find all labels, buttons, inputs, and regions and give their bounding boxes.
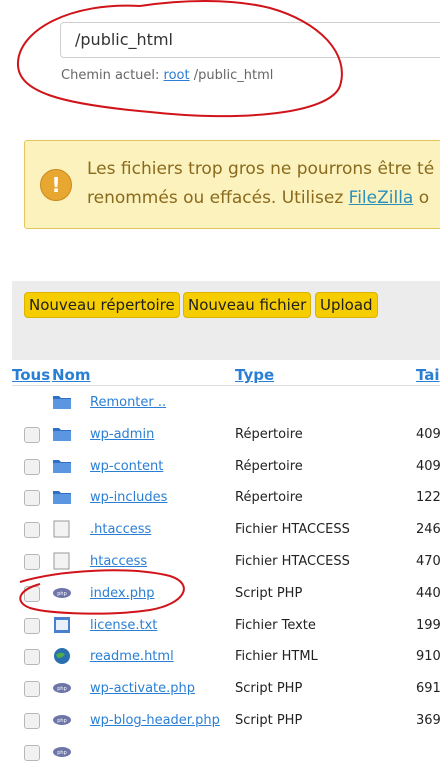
- file-name-link[interactable]: .htaccess: [90, 522, 151, 537]
- current-path-suffix: /public_html: [193, 68, 274, 83]
- folder-icon: [52, 457, 72, 475]
- file-row[interactable]: license.txt Fichier Texte 199: [0, 610, 440, 642]
- current-path-label: Chemin actuel:: [61, 68, 160, 83]
- svg-text:php: php: [57, 686, 67, 692]
- file-row[interactable]: .htaccess Fichier HTACCESS 246: [0, 514, 440, 546]
- file-name-link[interactable]: license.txt: [90, 618, 157, 633]
- warning-line-1: Les fichiers trop gros ne pourrons être …: [87, 159, 435, 179]
- php-icon: php: [52, 743, 72, 761]
- folder-icon: [52, 488, 72, 506]
- warning-line-2-tail: o: [413, 188, 430, 208]
- file-checkbox[interactable]: [24, 458, 40, 475]
- php-icon: php: [52, 711, 72, 729]
- file-size: 122: [416, 490, 440, 506]
- file-row[interactable]: php wp-blog-header.php Script PHP 369: [0, 705, 440, 737]
- svg-text:php: php: [57, 750, 67, 756]
- filezilla-link[interactable]: FileZilla: [349, 188, 414, 208]
- file-name-link[interactable]: wp-includes: [90, 490, 167, 505]
- file-checkbox[interactable]: [24, 617, 40, 634]
- php-icon: php: [52, 679, 72, 697]
- file-checkbox[interactable]: [24, 522, 40, 539]
- warning-line-2-text: renommés ou effacés. Utilisez: [87, 188, 349, 208]
- file-row[interactable]: wp-includes Répertoire 122: [0, 482, 440, 514]
- file-name-link[interactable]: Remonter ..: [90, 395, 166, 410]
- file-size: 440: [416, 585, 440, 601]
- file-checkbox[interactable]: [24, 554, 40, 570]
- folder-icon: [52, 393, 72, 411]
- annotation-circle-path: [16, 0, 343, 118]
- svg-text:php: php: [57, 591, 67, 597]
- file-row[interactable]: htaccess Fichier HTACCESS 470: [0, 546, 440, 578]
- html-globe-icon: [52, 647, 72, 665]
- file-row[interactable]: Remonter ..: [0, 387, 440, 419]
- warning-icon: !: [40, 169, 72, 201]
- file-name-link[interactable]: wp-activate.php: [90, 681, 195, 696]
- file-name-link[interactable]: htaccess: [90, 554, 147, 569]
- file-size: 199: [416, 617, 440, 633]
- sort-size-link[interactable]: Tai: [416, 366, 440, 384]
- file-row[interactable]: readme.html Fichier HTML 910: [0, 641, 440, 673]
- file-icon: [52, 552, 72, 570]
- file-name-link[interactable]: wp-admin: [90, 427, 154, 442]
- file-size: 409: [416, 426, 440, 442]
- file-checkbox[interactable]: [24, 744, 40, 761]
- file-checkbox[interactable]: [24, 713, 40, 729]
- file-size: 691: [416, 681, 440, 697]
- file-size: 246: [416, 522, 440, 538]
- file-size: 470: [416, 554, 440, 569]
- file-row[interactable]: php index.php Script PHP 440: [0, 578, 440, 610]
- select-all-link[interactable]: Tous: [12, 366, 50, 384]
- sort-type-link[interactable]: Type: [235, 366, 274, 384]
- file-name-link[interactable]: wp-blog-header.php: [90, 713, 220, 728]
- file-type: Script PHP: [235, 681, 303, 697]
- file-type: Script PHP: [235, 713, 303, 728]
- file-row[interactable]: php: [0, 737, 440, 769]
- svg-text:php: php: [57, 718, 67, 724]
- php-icon: php: [52, 584, 72, 602]
- file-toolbar: Nouveau répertoire Nouveau fichier Uploa…: [12, 281, 440, 360]
- file-type: Fichier HTACCESS: [235, 522, 350, 538]
- warning-line-2: renommés ou effacés. Utilisez FileZilla …: [87, 184, 440, 213]
- file-name-link[interactable]: wp-content: [90, 459, 163, 474]
- warning-text: Les fichiers trop gros ne pourrons être …: [87, 155, 440, 213]
- file-row[interactable]: wp-admin Répertoire 409: [0, 419, 440, 451]
- file-type: Fichier HTACCESS: [235, 554, 350, 569]
- file-checkbox[interactable]: [24, 681, 40, 698]
- file-type: Fichier Texte: [235, 617, 316, 633]
- file-row[interactable]: php wp-activate.php Script PHP 691: [0, 673, 440, 705]
- file-type: Répertoire: [235, 458, 303, 474]
- sort-name-link[interactable]: Nom: [52, 366, 91, 384]
- file-checkbox[interactable]: [24, 585, 40, 602]
- file-row[interactable]: wp-content Répertoire 409: [0, 451, 440, 483]
- text-file-icon: [52, 616, 72, 634]
- file-size: 910: [416, 649, 440, 665]
- file-name-link[interactable]: index.php: [90, 586, 154, 601]
- path-input[interactable]: /public_html: [60, 22, 440, 58]
- file-size: 369: [416, 713, 440, 728]
- file-checkbox[interactable]: [24, 426, 40, 443]
- file-type: Répertoire: [235, 426, 303, 442]
- file-name-link[interactable]: readme.html: [90, 649, 174, 664]
- new-folder-button[interactable]: Nouveau répertoire: [24, 292, 180, 318]
- file-icon: [52, 520, 72, 538]
- new-file-button[interactable]: Nouveau fichier: [183, 292, 312, 318]
- root-link[interactable]: root: [164, 68, 190, 83]
- file-type: Répertoire: [235, 490, 303, 506]
- folder-icon: [52, 425, 72, 443]
- file-checkbox[interactable]: [24, 490, 40, 507]
- current-path: Chemin actuel: root /public_html: [61, 68, 273, 83]
- file-checkbox[interactable]: [24, 649, 40, 666]
- header-divider: [12, 385, 440, 386]
- file-type: Fichier HTML: [235, 649, 318, 665]
- upload-button[interactable]: Upload: [315, 292, 378, 318]
- warning-box: ! Les fichiers trop gros ne pourrons êtr…: [24, 140, 440, 229]
- file-type: Script PHP: [235, 585, 303, 601]
- file-size: 409: [416, 458, 440, 474]
